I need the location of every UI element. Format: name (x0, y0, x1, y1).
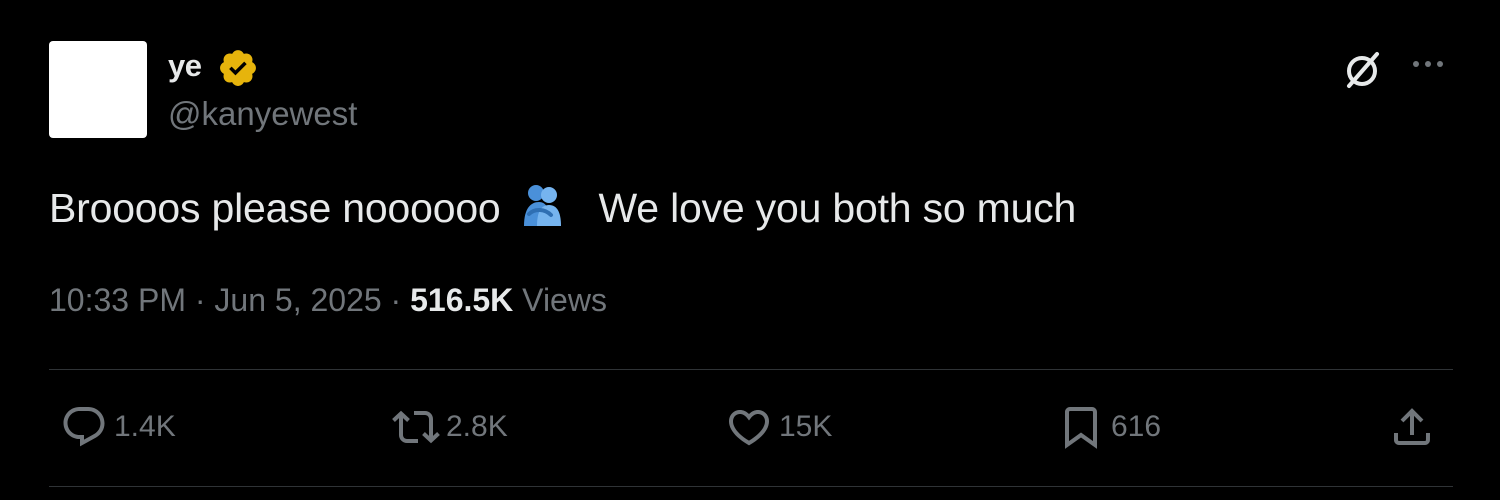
people-hugging-emoji-icon (523, 185, 561, 226)
divider (49, 486, 1453, 487)
bookmark-button[interactable]: 616 (1057, 402, 1161, 452)
divider (49, 369, 1453, 370)
reply-button[interactable]: 1.4K (60, 402, 176, 452)
views-count[interactable]: 516.5K (410, 282, 513, 318)
repost-count: 2.8K (446, 410, 508, 443)
tweet-text: Brooоos please noooooo We love you both … (49, 182, 1076, 232)
handle[interactable]: @kanyewest (168, 95, 357, 133)
grok-icon[interactable] (1340, 46, 1386, 92)
bookmark-icon (1065, 407, 1097, 449)
views-label[interactable]: Views (522, 282, 607, 318)
tweet-time[interactable]: 10:33 PM (49, 282, 186, 318)
tweet-text-part-2: We love you both so much (598, 185, 1077, 231)
tweet-text-part-1: Brooоos please noooooo (49, 185, 501, 231)
more-icon[interactable] (1410, 54, 1450, 74)
repost-button[interactable]: 2.8K (392, 402, 508, 452)
share-button[interactable] (1388, 402, 1442, 452)
display-name[interactable]: ye (168, 48, 202, 84)
like-count: 15K (779, 410, 833, 443)
verified-badge-icon (220, 50, 256, 86)
reply-icon (63, 407, 105, 447)
meta-separator: · (390, 282, 402, 318)
like-button[interactable]: 15K (725, 402, 832, 452)
tweet-meta: 10:33 PM · Jun 5, 2025 · 516.5K Views (49, 282, 607, 319)
avatar[interactable] (49, 41, 147, 138)
meta-separator: · (194, 282, 206, 318)
repost-icon (392, 410, 440, 444)
like-icon (728, 410, 770, 446)
share-icon (1394, 408, 1430, 445)
bookmark-count: 616 (1111, 410, 1162, 443)
tweet-date[interactable]: Jun 5, 2025 (214, 282, 381, 318)
reply-count: 1.4K (114, 410, 176, 443)
